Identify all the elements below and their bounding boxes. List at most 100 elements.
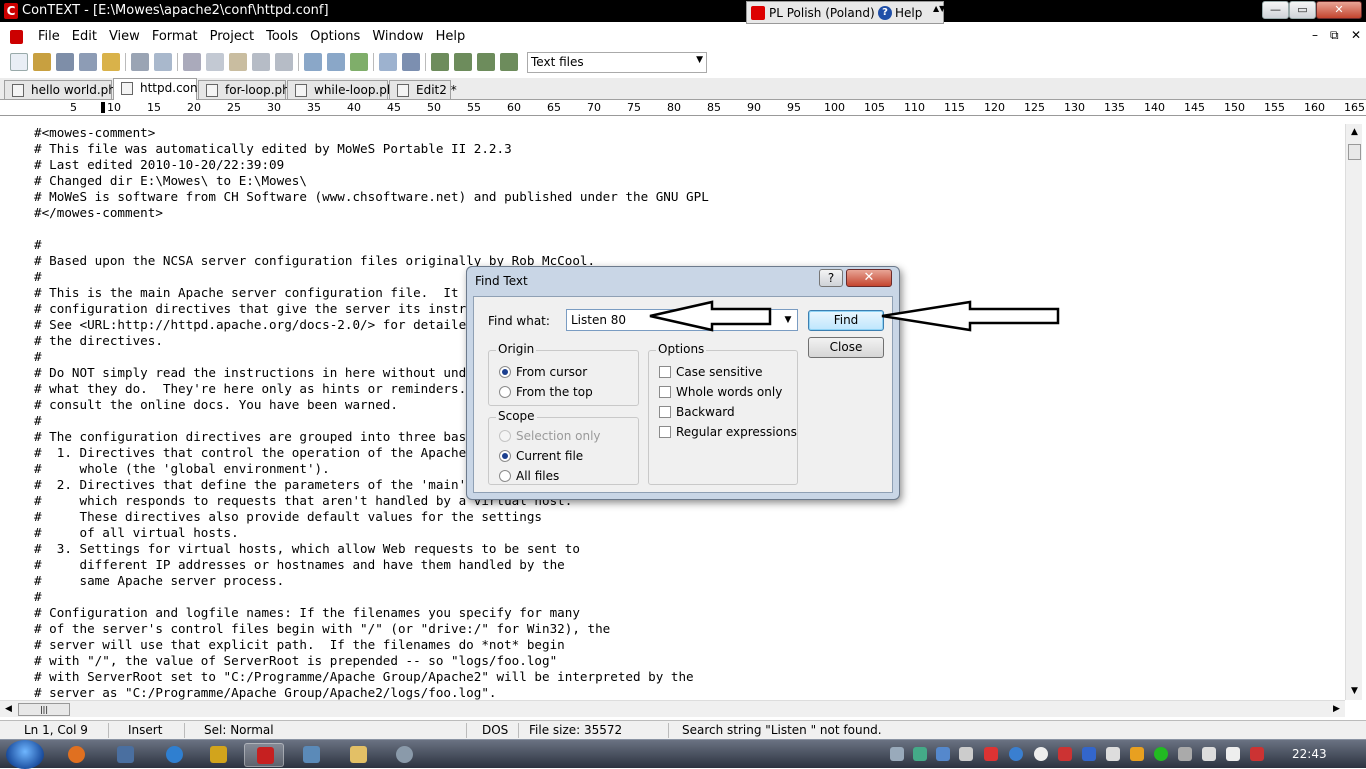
tray-icon[interactable]	[1178, 747, 1192, 761]
scope-current-file-radio[interactable]: Current file	[499, 449, 583, 463]
tray-icon[interactable]	[1009, 747, 1023, 761]
network-icon[interactable]	[1226, 747, 1240, 761]
origin-from-top-radio[interactable]: From the top	[499, 385, 593, 399]
tab-while-loop[interactable]: while-loop.php	[287, 80, 402, 99]
taskbar-clock[interactable]: 22:43	[1292, 747, 1327, 761]
menu-edit[interactable]: Edit	[66, 29, 103, 44]
volume-icon[interactable]	[1250, 747, 1264, 761]
taskbar-app-6[interactable]	[291, 743, 331, 767]
code-line[interactable]: #	[34, 237, 709, 253]
mdi-close-button[interactable]: ✕	[1351, 28, 1361, 42]
find-icon[interactable]	[304, 53, 322, 71]
tray-icon[interactable]	[913, 747, 927, 761]
open-file-icon[interactable]	[33, 53, 51, 71]
taskbar-app-4[interactable]	[198, 743, 238, 767]
code-line[interactable]: # different IP addresses or hostnames an…	[34, 557, 709, 573]
find-next-icon[interactable]	[327, 53, 345, 71]
scroll-up-icon[interactable]: ▲	[1346, 124, 1363, 141]
save-all-icon[interactable]	[79, 53, 97, 71]
code-line[interactable]: # same Apache server process.	[34, 573, 709, 589]
code-line[interactable]: # MoWeS is software from CH Software (ww…	[34, 189, 709, 205]
print-icon[interactable]	[131, 53, 149, 71]
scroll-down-icon[interactable]: ▼	[1346, 683, 1363, 700]
code-line[interactable]: # with ServerRoot set to "C:/Programme/A…	[34, 669, 709, 685]
scope-all-files-radio[interactable]: All files	[499, 469, 559, 483]
tray-icon[interactable]	[984, 747, 998, 761]
code-line[interactable]: # These directives also provide default …	[34, 509, 709, 525]
menu-help[interactable]: Help	[430, 29, 472, 44]
scroll-left-icon[interactable]: ◀	[0, 701, 17, 718]
tray-icon[interactable]	[890, 747, 904, 761]
whole-words-only-checkbox[interactable]: Whole words only	[659, 385, 782, 399]
tray-icon[interactable]	[936, 747, 950, 761]
undo-icon[interactable]	[252, 53, 270, 71]
checkbox-icon[interactable]	[659, 426, 671, 438]
checkbox-icon[interactable]	[659, 386, 671, 398]
tray-icon[interactable]	[1082, 747, 1096, 761]
windows-start-button[interactable]	[6, 740, 44, 769]
code-line[interactable]: #<mowes-comment>	[34, 125, 709, 141]
find-what-input[interactable]: Listen 80	[571, 313, 626, 327]
print-preview-icon[interactable]	[154, 53, 172, 71]
taskbar-context[interactable]	[244, 743, 284, 767]
origin-from-cursor-radio[interactable]: From cursor	[499, 365, 587, 379]
close-window-button[interactable]: ✕	[1316, 1, 1362, 19]
find-button[interactable]: Find	[808, 310, 884, 331]
taskbar-app-2[interactable]	[105, 743, 145, 767]
menu-view[interactable]: View	[103, 29, 146, 44]
replace-icon[interactable]	[350, 53, 368, 71]
regular-expressions-checkbox[interactable]: Regular expressions	[659, 425, 797, 439]
find-what-combobox[interactable]: Listen 80 ▼	[566, 309, 798, 331]
code-line[interactable]: # of the server's control files begin wi…	[34, 621, 709, 637]
settings-icon[interactable]	[402, 53, 420, 71]
language-bar[interactable]: PL Polish (Poland) ? Help ▲▼	[746, 1, 945, 24]
backward-checkbox[interactable]: Backward	[659, 405, 735, 419]
tab-for-loop[interactable]: for-loop.php	[198, 80, 297, 99]
case-sensitive-checkbox[interactable]: Case sensitive	[659, 365, 763, 379]
tray-icon[interactable]	[959, 747, 973, 761]
maximize-button[interactable]: ▭	[1289, 1, 1316, 19]
taskbar-internet-explorer[interactable]	[154, 743, 194, 767]
taskbar-app-8[interactable]	[384, 743, 424, 767]
vertical-scroll-thumb[interactable]	[1348, 144, 1361, 160]
code-line[interactable]: # Last edited 2010-10-20/22:39:09	[34, 157, 709, 173]
code-line[interactable]: #	[34, 589, 709, 605]
language-bar-grip-icon[interactable]: ▲▼	[933, 5, 945, 19]
open-folder-icon[interactable]	[102, 53, 120, 71]
taskbar-explorer[interactable]	[338, 743, 378, 767]
dialog-help-button[interactable]: ?	[819, 269, 843, 287]
menu-format[interactable]: Format	[146, 29, 204, 44]
tray-icon[interactable]	[1106, 747, 1120, 761]
word-wrap-icon[interactable]	[379, 53, 397, 71]
menu-file[interactable]: File	[32, 29, 66, 44]
menu-project[interactable]: Project	[204, 29, 260, 44]
chevron-down-icon[interactable]: ▼	[696, 55, 703, 65]
tray-icon[interactable]	[1154, 747, 1168, 761]
scroll-right-icon[interactable]: ▶	[1328, 701, 1345, 718]
user-exec-2-icon[interactable]	[454, 53, 472, 71]
close-button[interactable]: Close	[808, 337, 884, 358]
code-line[interactable]: # server will use that explicit path. If…	[34, 637, 709, 653]
radio-icon[interactable]	[499, 470, 511, 482]
paste-icon[interactable]	[229, 53, 247, 71]
document-app-icon[interactable]	[10, 30, 23, 44]
tab-hello-world[interactable]: hello world.php *	[4, 80, 133, 99]
battery-icon[interactable]	[1202, 747, 1216, 761]
menu-options[interactable]: Options	[304, 29, 366, 44]
cut-icon[interactable]	[183, 53, 201, 71]
code-line[interactable]: # of all virtual hosts.	[34, 525, 709, 541]
code-line[interactable]: # with "/", the value of ServerRoot is p…	[34, 653, 709, 669]
language-label[interactable]: PL Polish (Poland)	[769, 6, 875, 20]
horizontal-scrollbar[interactable]: ◀ ||| ▶	[0, 700, 1345, 717]
radio-icon[interactable]	[499, 386, 511, 398]
help-icon[interactable]: ?	[878, 6, 892, 20]
code-line[interactable]	[34, 221, 709, 237]
chevron-down-icon[interactable]: ▼	[779, 310, 797, 330]
user-exec-4-icon[interactable]	[500, 53, 518, 71]
code-line[interactable]: # This file was automatically edited by …	[34, 141, 709, 157]
file-type-filter-select[interactable]: Text files ▼	[527, 52, 707, 73]
minimize-button[interactable]: —	[1262, 1, 1289, 19]
vertical-scrollbar[interactable]: ▲ ▼	[1345, 124, 1362, 700]
code-line[interactable]: # Configuration and logfile names: If th…	[34, 605, 709, 621]
user-exec-3-icon[interactable]	[477, 53, 495, 71]
